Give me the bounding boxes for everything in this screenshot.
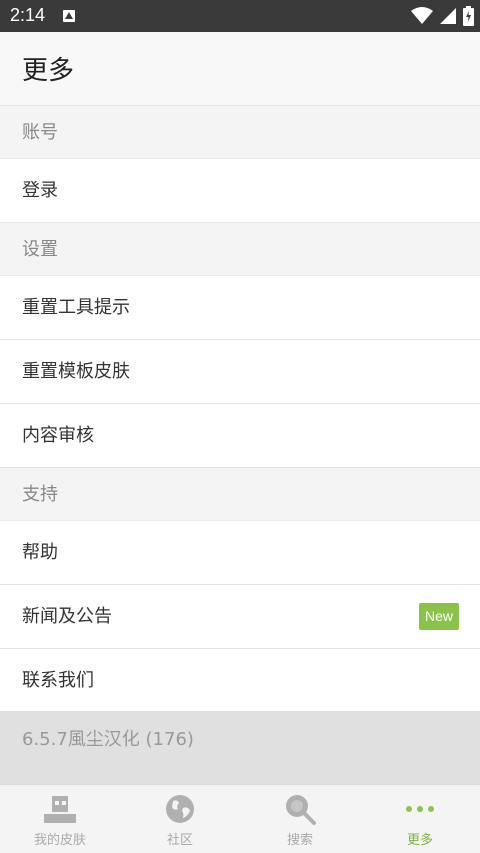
- skin-icon: [43, 793, 77, 825]
- reset-tooltips-label: 重置工具提示: [22, 297, 130, 318]
- section-header-support: 支持: [0, 468, 480, 521]
- news-item[interactable]: 新闻及公告 New: [0, 585, 480, 649]
- login-label: 登录: [22, 180, 58, 201]
- section-header-account: 账号: [0, 106, 480, 159]
- status-time: 2:14: [10, 5, 46, 25]
- globe-icon: [165, 793, 195, 825]
- contact-us-label: 联系我们: [22, 670, 94, 691]
- nav-community[interactable]: 社区: [120, 785, 240, 853]
- signal-icon: [440, 8, 456, 24]
- more-dots-icon: [405, 793, 435, 825]
- content-moderation-label: 内容审核: [22, 425, 94, 446]
- nav-community-label: 社区: [166, 833, 193, 848]
- nav-my-skins-label: 我的皮肤: [33, 833, 86, 848]
- new-badge: New: [418, 603, 459, 630]
- status-bar: 2:14: [0, 0, 480, 32]
- search-icon: [284, 793, 316, 825]
- help-item[interactable]: 帮助: [0, 521, 480, 585]
- contact-us-item[interactable]: 联系我们: [0, 649, 480, 713]
- wifi-icon: [411, 7, 433, 24]
- bottom-navigation: 我的皮肤 社区 搜索 更多: [0, 784, 480, 853]
- page-title: 更多: [22, 56, 75, 86]
- reset-tooltips-item[interactable]: 重置工具提示: [0, 276, 480, 340]
- version-text: 6.5.7風尘汉化 (176): [0, 711, 480, 784]
- help-label: 帮助: [22, 542, 58, 563]
- battery-icon: [463, 6, 474, 26]
- nav-more[interactable]: 更多: [360, 785, 480, 853]
- login-item[interactable]: 登录: [0, 159, 480, 223]
- nav-search[interactable]: 搜索: [240, 785, 360, 853]
- settings-list: 账号 登录 设置 重置工具提示 重置模板皮肤 内容审核 支持 帮助 新闻及公告 …: [0, 106, 480, 713]
- reset-template-skin-item[interactable]: 重置模板皮肤: [0, 340, 480, 404]
- news-label: 新闻及公告: [22, 606, 112, 627]
- app-bar: 更多: [0, 32, 480, 106]
- status-icons: [411, 6, 474, 26]
- section-header-settings: 设置: [0, 223, 480, 276]
- content-moderation-item[interactable]: 内容审核: [0, 404, 480, 468]
- a-icon: [63, 10, 75, 22]
- nav-more-label: 更多: [406, 833, 433, 848]
- reset-template-skin-label: 重置模板皮肤: [22, 361, 130, 382]
- nav-my-skins[interactable]: 我的皮肤: [0, 785, 120, 853]
- nav-search-label: 搜索: [286, 833, 313, 848]
